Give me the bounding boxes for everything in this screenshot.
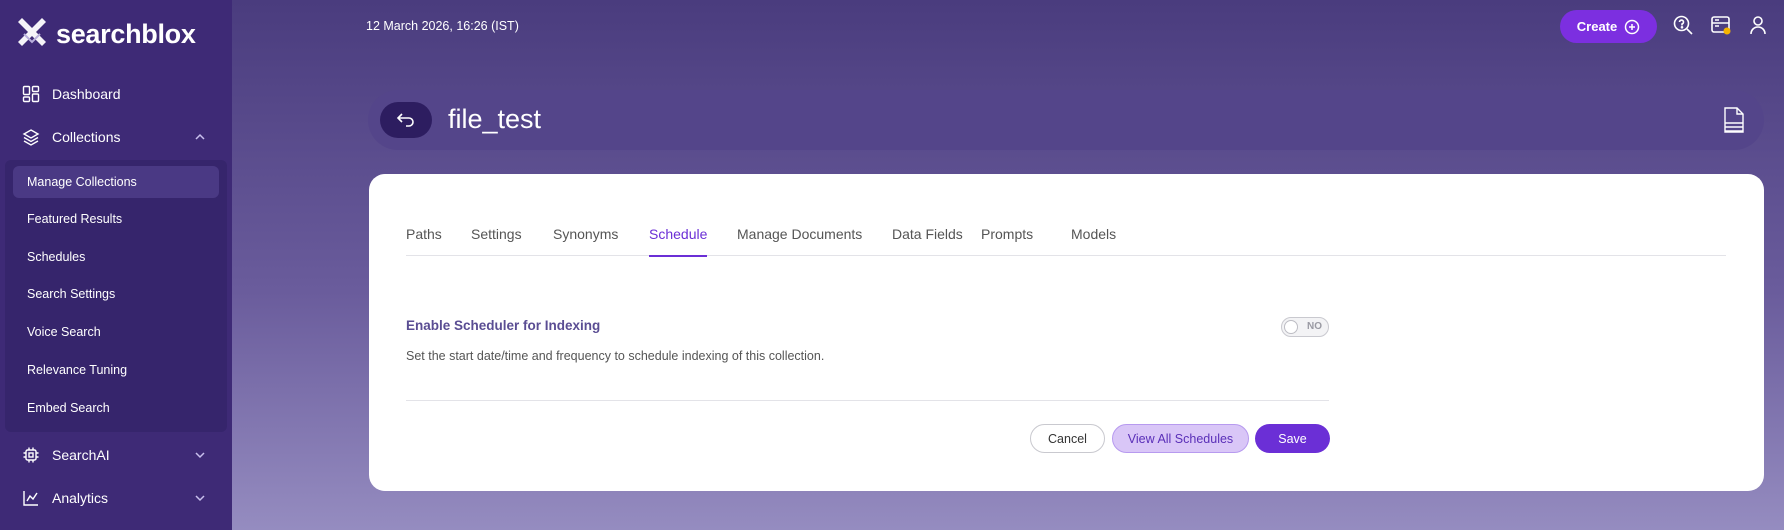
tab-manage-documents[interactable]: Manage Documents	[737, 226, 862, 256]
tab-settings[interactable]: Settings	[471, 226, 522, 256]
chip-icon	[23, 447, 39, 463]
sidebar-item-searchai[interactable]: SearchAI	[0, 435, 232, 475]
sidebar-item-collections[interactable]: Collections	[0, 117, 232, 157]
layers-icon	[22, 129, 40, 146]
scheduler-setting-description: Set the start date/time and frequency to…	[406, 349, 825, 363]
current-datetime: 12 March 2026, 16:26 (IST)	[366, 19, 519, 33]
scheduler-setting-title: Enable Scheduler for Indexing	[406, 318, 601, 333]
sidebar: searchblox Dashboard Collections Manage …	[0, 0, 232, 530]
collections-submenu: Manage Collections Featured Results Sche…	[5, 160, 227, 432]
sidebar-item-dashboard[interactable]: Dashboard	[0, 74, 232, 114]
toggle-knob	[1284, 320, 1298, 334]
logo[interactable]: searchblox	[14, 16, 196, 52]
sidebar-subitem-search-settings[interactable]: Search Settings	[13, 278, 219, 310]
sidebar-subitem-featured-results[interactable]: Featured Results	[13, 203, 219, 235]
title-bar: file_test	[368, 90, 1764, 150]
search-help-icon[interactable]	[1672, 14, 1694, 36]
view-all-schedules-button[interactable]: View All Schedules	[1112, 424, 1249, 453]
tab-models[interactable]: Models	[1071, 226, 1116, 256]
chevron-down-icon	[195, 495, 205, 502]
server-notification-icon[interactable]	[1710, 14, 1732, 36]
sidebar-item-label: Dashboard	[52, 86, 121, 102]
toggle-label: NO	[1307, 321, 1322, 332]
sidebar-item-label: SearchAI	[52, 447, 110, 463]
sidebar-subitem-relevance-tuning[interactable]: Relevance Tuning	[13, 354, 219, 386]
sidebar-item-label: Collections	[52, 129, 121, 145]
tab-schedule[interactable]: Schedule	[649, 226, 708, 257]
plus-circle-icon	[1624, 19, 1640, 34]
dashboard-icon	[22, 85, 40, 103]
sidebar-item-label: Analytics	[52, 490, 109, 506]
cancel-button[interactable]: Cancel	[1030, 424, 1105, 453]
document-icon[interactable]	[1722, 106, 1746, 134]
tab-bar: Paths Settings Synonyms Schedule Manage …	[406, 226, 1726, 257]
content-card: Paths Settings Synonyms Schedule Manage …	[369, 174, 1764, 491]
divider	[406, 400, 1329, 401]
sidebar-item-analytics[interactable]: Analytics	[0, 478, 232, 518]
chevron-down-icon	[195, 452, 205, 459]
create-button[interactable]: Create	[1560, 10, 1657, 43]
tab-prompts[interactable]: Prompts	[981, 226, 1033, 256]
tab-paths[interactable]: Paths	[406, 226, 442, 256]
save-button[interactable]: Save	[1255, 424, 1330, 453]
back-button[interactable]	[380, 102, 432, 138]
create-button-label: Create	[1576, 19, 1618, 34]
scheduler-toggle[interactable]: NO	[1281, 317, 1329, 337]
sidebar-subitem-voice-search[interactable]: Voice Search	[13, 316, 219, 348]
user-icon[interactable]	[1747, 14, 1769, 36]
logo-text: searchblox	[56, 18, 196, 49]
logo-mark-icon	[18, 18, 46, 46]
back-arrow-icon	[396, 113, 414, 127]
tab-synonyms[interactable]: Synonyms	[553, 226, 618, 256]
sidebar-subitem-schedules[interactable]: Schedules	[13, 241, 219, 273]
page-title: file_test	[448, 104, 542, 134]
analytics-icon	[23, 491, 38, 506]
sidebar-subitem-manage-collections[interactable]: Manage Collections	[13, 166, 219, 198]
chevron-up-icon	[195, 133, 205, 140]
tab-data-fields[interactable]: Data Fields	[892, 226, 963, 256]
sidebar-subitem-embed-search[interactable]: Embed Search	[13, 392, 219, 424]
